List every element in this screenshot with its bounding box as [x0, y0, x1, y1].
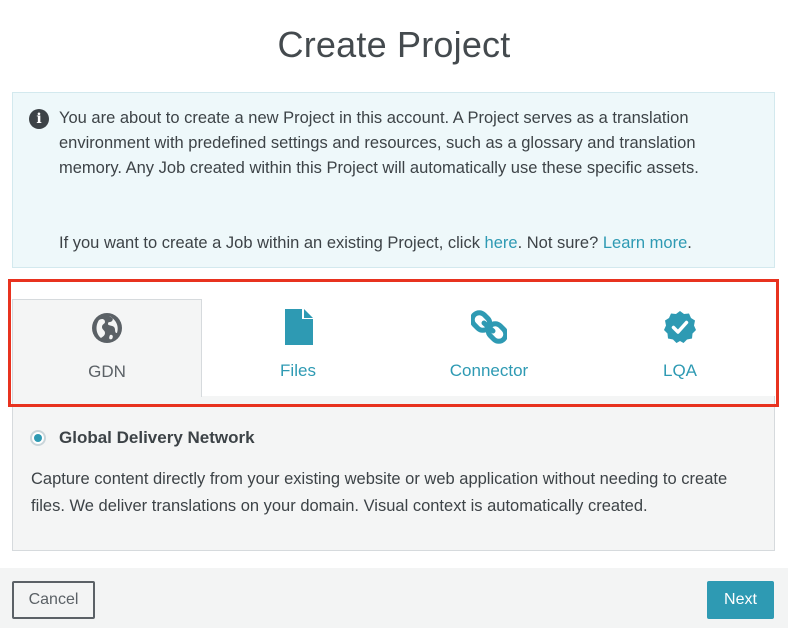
info-existing-project-text: If you want to create a Job within an ex…	[59, 234, 692, 252]
link-icon	[394, 309, 584, 345]
check-badge-icon	[585, 309, 775, 345]
tab-connector[interactable]: Connector	[394, 299, 584, 397]
next-button[interactable]: Next	[707, 581, 774, 619]
tab-label: GDN	[88, 362, 126, 381]
option-description: Capture content directly from your exist…	[31, 470, 728, 515]
file-icon	[203, 309, 393, 345]
tab-files[interactable]: Files	[203, 299, 393, 397]
project-type-tabs: GDN Files Connector LQA	[12, 299, 775, 397]
globe-icon	[13, 310, 201, 346]
info-box: i You are about to create a new Project …	[12, 92, 775, 268]
dialog-title: Create Project	[277, 24, 511, 65]
gdn-radio[interactable]	[30, 430, 46, 446]
dialog-footer: Cancel Next	[0, 568, 788, 628]
tab-label: Connector	[449, 361, 529, 380]
tab-label: Files	[280, 361, 316, 380]
here-link[interactable]: here	[485, 234, 518, 252]
tab-gdn[interactable]: GDN	[12, 299, 202, 397]
option-label: Global Delivery Network	[59, 428, 255, 447]
info-description: You are about to create a new Project in…	[59, 109, 699, 177]
tab-label: LQA	[662, 361, 698, 380]
tab-lqa[interactable]: LQA	[585, 299, 775, 397]
learn-more-link[interactable]: Learn more	[603, 234, 687, 252]
cancel-button[interactable]: Cancel	[12, 581, 95, 619]
info-icon: i	[29, 109, 49, 129]
tab-content-panel: Global Delivery Network Capture content …	[12, 396, 775, 551]
